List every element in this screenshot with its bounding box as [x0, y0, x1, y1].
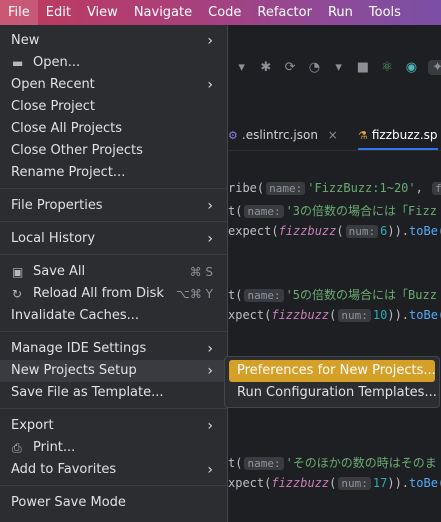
menu-item-power-save-mode[interactable]: Power Save Mode — [0, 492, 227, 514]
code-line: xpect(fizzbuzz(num:10)).toBe( — [228, 308, 441, 322]
chevron-right-icon: › — [207, 231, 213, 247]
menu-item-print[interactable]: ⎙ Print... — [0, 437, 227, 459]
close-icon[interactable]: × — [328, 128, 338, 142]
menu-item-open-recent[interactable]: Open Recent › — [0, 74, 227, 96]
submenu-item-preferences-for-new-projects[interactable]: Preferences for New Projects... — [229, 360, 436, 382]
menu-item-close-all-projects[interactable]: Close All Projects — [0, 118, 227, 140]
chevron-right-icon: › — [207, 33, 213, 49]
menu-separator — [0, 408, 227, 409]
code-line: xpect(fizzbuzz(num:17)).toBe( — [228, 476, 441, 490]
chevron-right-icon: › — [207, 77, 213, 93]
menu-run[interactable]: Run — [320, 0, 361, 25]
ai-assistant-icon[interactable]: ◉ — [404, 60, 419, 75]
atom-icon[interactable]: ⚛ — [380, 60, 395, 75]
chevron-down-icon[interactable]: ▾ — [234, 60, 249, 75]
menu-separator — [0, 331, 227, 332]
menu-item-new[interactable]: New › — [0, 30, 227, 52]
run-toolbar: ▾ ✱ ⟳ ◔ ▾ ■ ⚛ ◉ ✦ — [228, 52, 441, 82]
submenu-item-run-configuration-templates[interactable]: Run Configuration Templates... — [229, 382, 437, 404]
menu-separator — [0, 221, 227, 222]
menu-item-rename-project[interactable]: Rename Project... — [0, 162, 227, 184]
code-line: t(name: 'そのほかの数の時はそのま — [228, 456, 437, 470]
coverage-icon[interactable]: ⟳ — [283, 60, 298, 75]
code-line: ribe(name:'FizzBuzz:1~20', fn — [228, 179, 441, 197]
chevron-right-icon: › — [207, 341, 213, 357]
menu-separator — [0, 485, 227, 486]
editor-tabs: ⚙ .eslintrc.json × ⚗ fizzbuzz.sp — [228, 120, 441, 151]
debug-icon[interactable]: ✱ — [258, 60, 273, 75]
menubar: File Edit View Navigate Code Refactor Ru… — [0, 0, 441, 25]
menu-item-local-history[interactable]: Local History › — [0, 228, 227, 250]
profile-icon[interactable]: ◔ — [307, 60, 322, 75]
menu-item-manage-ide-settings[interactable]: Manage IDE Settings › — [0, 338, 227, 360]
print-icon: ⎙ — [12, 441, 22, 455]
save-icon: ▣ — [12, 265, 24, 279]
menu-item-close-other-projects[interactable]: Close Other Projects — [0, 140, 227, 162]
menu-item-invalidate-caches[interactable]: Invalidate Caches... — [0, 305, 227, 327]
flask-icon: ⚗ — [358, 129, 368, 142]
chevron-right-icon: › — [207, 363, 213, 379]
chevron-right-icon: › — [207, 198, 213, 214]
menu-navigate[interactable]: Navigate — [126, 0, 200, 25]
code-line: t(name: '5の倍数の場合には「Buzz — [228, 288, 437, 302]
tab-eslintrc[interactable]: ⚙ .eslintrc.json × — [228, 120, 338, 150]
code-line: expect(fizzbuzz(num:6)).toBe( — [228, 224, 441, 238]
menu-item-reload-all[interactable]: ↻ Reload All from Disk ⌥⌘ Y — [0, 283, 227, 305]
menu-file[interactable]: File — [0, 0, 38, 25]
menu-item-file-properties[interactable]: File Properties › — [0, 195, 227, 217]
menu-item-export[interactable]: Export › — [0, 415, 227, 437]
reload-icon: ↻ — [12, 287, 23, 301]
menu-separator — [0, 188, 227, 189]
menu-item-add-to-favorites[interactable]: Add to Favorites › — [0, 459, 227, 481]
menu-item-close-project[interactable]: Close Project — [0, 96, 227, 118]
menu-edit[interactable]: Edit — [38, 0, 79, 25]
menu-view[interactable]: View — [79, 0, 126, 25]
menu-item-save-all[interactable]: ▣ Save All ⌘ S — [0, 261, 227, 283]
tab-fizzbuzz-spec[interactable]: ⚗ fizzbuzz.sp — [358, 120, 438, 150]
plugin-icon[interactable]: ✦ — [428, 59, 441, 75]
chevron-right-icon: › — [207, 418, 213, 434]
menu-item-new-projects-setup[interactable]: New Projects Setup › — [0, 360, 227, 382]
code-line: t(name: '3の倍数の場合には「Fizz — [228, 204, 437, 218]
menu-item-open[interactable]: ▬ Open... — [0, 52, 227, 74]
menu-code[interactable]: Code — [200, 0, 249, 25]
stop-icon[interactable]: ■ — [355, 60, 370, 75]
menu-separator — [0, 254, 227, 255]
folder-icon: ▬ — [12, 56, 24, 70]
more-run-icon[interactable]: ▾ — [331, 60, 346, 75]
chevron-right-icon: › — [207, 462, 213, 478]
menu-refactor[interactable]: Refactor — [249, 0, 320, 25]
new-projects-setup-submenu: Preferences for New Projects... Run Conf… — [224, 356, 440, 408]
gear-icon: ⚙ — [228, 129, 238, 142]
file-menu: New › ▬ Open... Open Recent › Close Proj… — [0, 25, 228, 522]
menu-item-save-file-as-template[interactable]: Save File as Template... — [0, 382, 227, 404]
menu-tools[interactable]: Tools — [361, 0, 409, 25]
